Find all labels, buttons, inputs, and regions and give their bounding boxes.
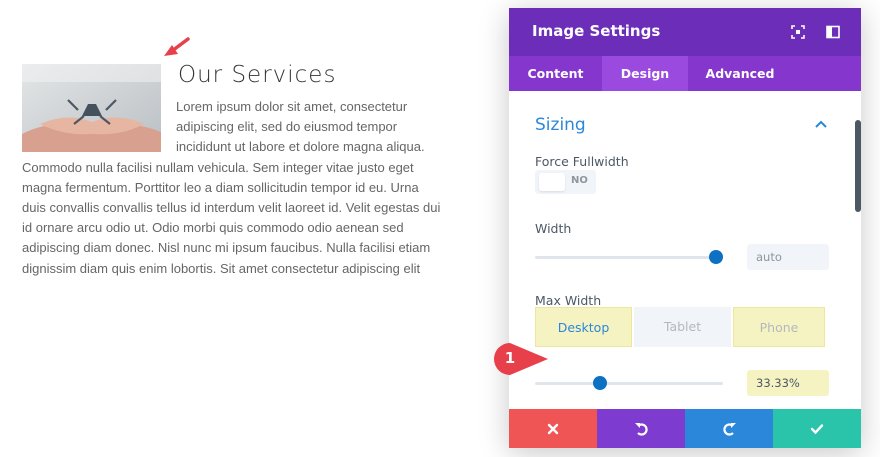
- body-text: Lorem ipsum dolor sit amet, consectetur …: [22, 97, 446, 279]
- undo-icon: [634, 422, 648, 436]
- max-width-slider[interactable]: [535, 376, 723, 390]
- device-tab-phone[interactable]: Phone: [733, 307, 825, 347]
- expand-icon[interactable]: [790, 24, 806, 40]
- save-button[interactable]: [773, 409, 861, 448]
- callout-number: 1: [504, 349, 516, 367]
- tab-design[interactable]: Design: [602, 56, 688, 91]
- max-width-value-input[interactable]: 33.33%: [747, 370, 829, 396]
- annotation-arrow: [164, 37, 190, 56]
- chevron-up-icon[interactable]: [814, 119, 828, 129]
- device-tabs: Desktop Tablet Phone: [535, 307, 833, 347]
- force-fullwidth-toggle[interactable]: NO: [535, 170, 596, 194]
- width-slider[interactable]: [535, 250, 723, 264]
- max-width-label: Max Width: [535, 293, 602, 308]
- undo-button[interactable]: [597, 409, 685, 448]
- split-view-icon[interactable]: [825, 24, 841, 40]
- section-title-sizing[interactable]: Sizing: [535, 115, 586, 135]
- tab-content[interactable]: Content: [509, 56, 602, 91]
- check-icon: [810, 423, 824, 434]
- toggle-knob: [539, 173, 565, 191]
- max-width-slider-handle[interactable]: [592, 376, 607, 390]
- panel-scrollbar[interactable]: [855, 120, 861, 212]
- close-icon: [547, 423, 559, 434]
- toggle-state-text: NO: [571, 175, 588, 186]
- panel-header: Image Settings: [509, 8, 861, 56]
- tab-advanced[interactable]: Advanced: [688, 56, 792, 91]
- panel-title: Image Settings: [532, 22, 661, 40]
- redo-icon: [722, 422, 736, 436]
- force-fullwidth-label: Force Fullwidth: [535, 154, 629, 169]
- device-tab-tablet[interactable]: Tablet: [634, 307, 731, 347]
- image-settings-panel: Image Settings Content Design Advanced S…: [509, 8, 861, 448]
- settings-tabs: Content Design Advanced: [509, 56, 861, 91]
- panel-body: Sizing Force Fullwidth NO Width auto Max…: [509, 91, 861, 409]
- width-slider-handle[interactable]: [709, 250, 723, 264]
- panel-footer: [509, 409, 861, 448]
- width-value-input[interactable]: auto: [747, 244, 829, 270]
- redo-button[interactable]: [685, 409, 773, 448]
- width-label: Width: [535, 221, 572, 236]
- cancel-button[interactable]: [509, 409, 597, 448]
- page-title: Our Services: [178, 62, 337, 88]
